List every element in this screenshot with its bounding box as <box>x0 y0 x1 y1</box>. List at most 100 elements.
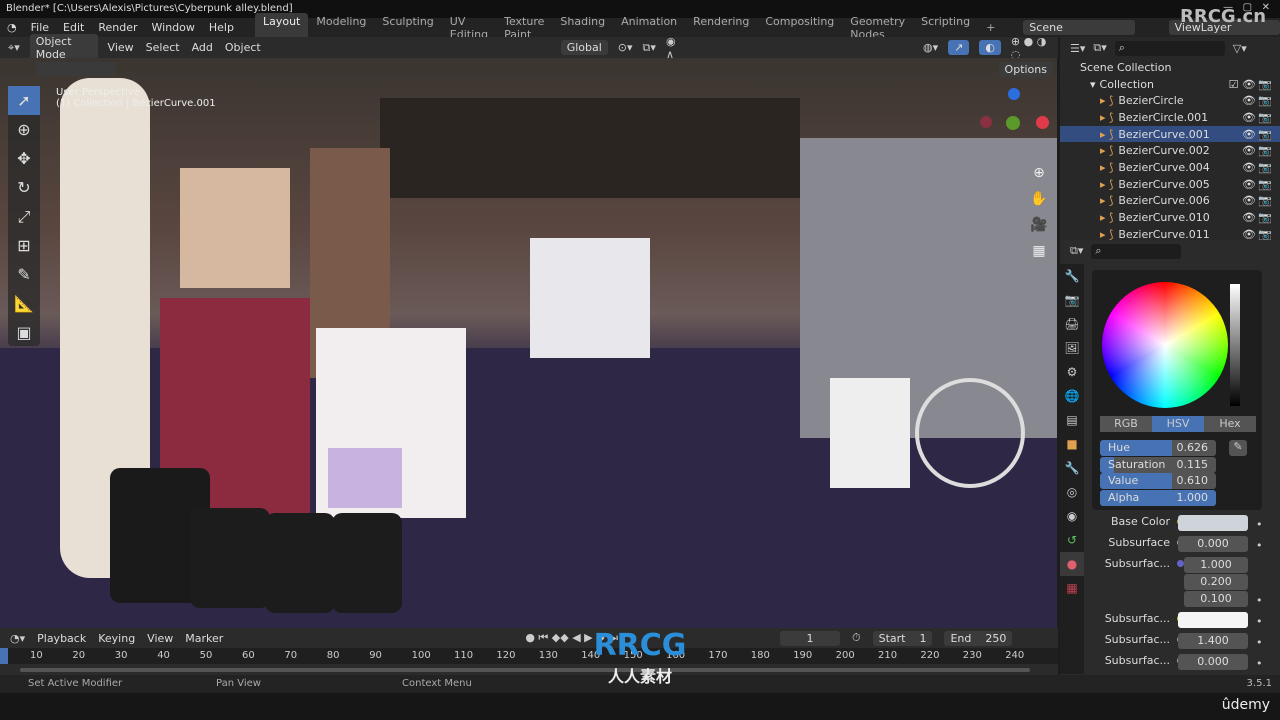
picker-mode-hsv[interactable]: HSV <box>1152 416 1204 432</box>
object-tab-icon[interactable]: ■ <box>1060 432 1084 456</box>
options-button[interactable]: Options <box>998 62 1053 77</box>
frame-ruler[interactable]: 10 20 30 40 50 60 70 80 90 100 110 120 130 140 150 160 1… <box>0 648 1058 664</box>
rotate-tool-icon[interactable]: ↻ <box>8 173 40 202</box>
end-frame-field[interactable]: End 250 <box>944 630 1013 646</box>
funnel-icon[interactable]: ▽▾ <box>1233 42 1247 55</box>
collection-row[interactable]: ▾ Collection ☑ 👁 📷 <box>1060 76 1280 93</box>
outliner-item[interactable]: ▸ ⟆ BezierCurve.001 👁 📷 <box>1060 125 1280 143</box>
menu-keying[interactable]: Keying <box>98 632 135 645</box>
outliner-item[interactable]: ▸ ⟆ BezierCurve.010 👁 📷 <box>1060 209 1280 226</box>
tool-tab-icon[interactable]: 🔧 <box>1060 264 1084 288</box>
menu-view[interactable]: View <box>108 41 134 54</box>
cursor-tool-icon[interactable]: ⊕ <box>8 115 40 144</box>
move-tool-icon[interactable]: ✥ <box>8 144 40 173</box>
eye-icon[interactable]: 👁 <box>1242 228 1256 241</box>
shading-modes[interactable]: ⊕ ● ◑ ◌ <box>1011 35 1050 61</box>
material-tab-icon[interactable]: ● <box>1060 552 1084 576</box>
world-tab-icon[interactable]: 🌐 <box>1060 384 1084 408</box>
color-wheel[interactable] <box>1102 282 1228 408</box>
scene-collection-row[interactable]: Scene Collection <box>1060 59 1280 76</box>
snap-icon[interactable]: ⧉▾ <box>643 41 656 55</box>
eye-icon[interactable]: 👁 <box>1242 161 1256 174</box>
visibility-icon[interactable]: ◍▾ <box>923 41 938 54</box>
menu-select[interactable]: Select <box>146 41 180 54</box>
eyedropper-icon[interactable]: ✎ <box>1229 440 1247 456</box>
current-frame-field[interactable]: 1 <box>780 630 840 646</box>
particles-tab-icon[interactable]: ◎ <box>1060 480 1084 504</box>
outliner-item[interactable]: ▸ ⟆ BezierCircle.001 👁 📷 <box>1060 109 1280 126</box>
outliner-item[interactable]: ▸ ⟆ BezierCircle 👁 📷 <box>1060 92 1280 109</box>
keyframe-dot[interactable]: • <box>1256 636 1263 649</box>
camera-icon[interactable]: 📷 <box>1258 144 1272 157</box>
camera-icon[interactable]: 📷 <box>1258 128 1272 141</box>
outliner-item[interactable]: ▸ ⟆ BezierCurve.006 👁 📷 <box>1060 193 1280 210</box>
selection-modes[interactable] <box>36 62 116 76</box>
camera-icon[interactable]: 📷 <box>1258 194 1272 207</box>
socket-icon[interactable] <box>1177 560 1184 567</box>
measure-tool-icon[interactable]: 📐 <box>8 289 40 318</box>
keyframe-dot[interactable]: • <box>1256 594 1263 607</box>
render-tab-icon[interactable]: 📷 <box>1060 288 1084 312</box>
value-slider[interactable] <box>1230 284 1240 406</box>
navigation-gizmo[interactable] <box>980 88 1050 158</box>
camera-icon[interactable]: 📷 <box>1258 211 1272 224</box>
proportional-edit-icon[interactable]: ◉ ∧ <box>666 35 683 61</box>
editor-type-icon[interactable]: ⌖▾ <box>8 41 20 55</box>
camera-icon[interactable]: 📷 <box>1258 228 1272 241</box>
orientation-selector[interactable]: Global <box>560 40 608 55</box>
camera-icon[interactable]: 📷 <box>1258 111 1272 124</box>
camera-icon[interactable]: 📷 <box>1258 178 1272 191</box>
pivot-icon[interactable]: ⊙▾ <box>618 41 633 54</box>
physics-tab-icon[interactable]: ◉ <box>1060 504 1084 528</box>
menu-help[interactable]: Help <box>202 21 241 34</box>
editor-type-icon[interactable]: ◔▾ <box>10 632 25 645</box>
camera-icon[interactable]: 📷 <box>1258 94 1272 107</box>
value-field[interactable]: 0.000 <box>1178 654 1248 670</box>
picker-field-alpha[interactable]: Alpha 1.000 <box>1100 489 1216 506</box>
menu-edit[interactable]: Edit <box>56 21 91 34</box>
menu-marker[interactable]: Marker <box>185 632 223 645</box>
output-tab-icon[interactable]: 🖨 <box>1060 312 1084 336</box>
select-tool-icon[interactable]: ➚ <box>8 86 40 115</box>
picker-field-saturation[interactable]: Saturation 0.115 <box>1100 456 1216 473</box>
menu-object[interactable]: Object <box>225 41 261 54</box>
properties-search[interactable]: ⌕ <box>1091 243 1182 259</box>
value-field[interactable]: 0.000 <box>1178 536 1248 552</box>
picker-mode-hex[interactable]: Hex <box>1204 416 1256 432</box>
value-field[interactable]: 1.400 <box>1178 633 1248 649</box>
menu-view[interactable]: View <box>147 632 173 645</box>
eye-icon[interactable]: 👁 <box>1242 94 1256 107</box>
view-controls[interactable]: ⊕ ✋ 🎥 ▦ <box>1028 160 1050 264</box>
outliner-search[interactable]: ⌕ <box>1114 40 1225 56</box>
annotate-tool-icon[interactable]: ✎ <box>8 260 40 289</box>
modifier-tab-icon[interactable]: 🔧 <box>1060 456 1084 480</box>
filter-icon[interactable]: ⧉▾ <box>1093 41 1106 55</box>
vector-field[interactable]: 0.100 <box>1184 591 1248 607</box>
scene-selector[interactable]: Scene <box>1023 20 1135 35</box>
scene-tab-icon[interactable]: ⚙ <box>1060 360 1084 384</box>
eye-icon[interactable]: 👁 <box>1242 178 1256 191</box>
keyframe-dot[interactable]: • <box>1256 539 1263 552</box>
keyframe-dot[interactable]: • <box>1256 657 1263 670</box>
keyframe-dot[interactable]: • <box>1256 615 1263 628</box>
collection-tab-icon[interactable]: ▤ <box>1060 408 1084 432</box>
start-frame-field[interactable]: Start 1 <box>872 630 933 646</box>
camera-icon[interactable]: 📷 <box>1258 161 1272 174</box>
picker-field-hue[interactable]: Hue 0.626 <box>1100 440 1216 456</box>
eye-icon[interactable]: 👁 <box>1242 144 1256 157</box>
outliner-item[interactable]: ▸ ⟆ BezierCurve.005 👁 📷 <box>1060 176 1280 193</box>
add-workspace-button[interactable]: + <box>978 19 1003 36</box>
vector-field[interactable]: 1.000 <box>1184 557 1248 573</box>
3d-viewport[interactable]: ➚ ⊕ ✥ ↻ ⤢ ⊞ ✎ 📐 ▣ User Perspective (1) Collection… <box>0 58 1057 628</box>
picker-mode-rgb[interactable]: RGB <box>1100 416 1152 432</box>
picker-field-value[interactable]: Value 0.610 <box>1100 473 1216 490</box>
display-mode-icon[interactable]: ☰▾ <box>1070 42 1085 55</box>
blender-logo-icon[interactable]: ◔ <box>0 21 24 34</box>
gizmo-toggle[interactable]: ↗ <box>948 40 970 55</box>
eye-icon[interactable]: 👁 <box>1242 211 1256 224</box>
menu-window[interactable]: Window <box>145 21 202 34</box>
curve-data-tab-icon[interactable]: ↺ <box>1060 528 1084 552</box>
menu-file[interactable]: File <box>24 21 56 34</box>
view-layer-tab-icon[interactable]: 🖼 <box>1060 336 1084 360</box>
color-swatch[interactable] <box>1178 612 1248 628</box>
